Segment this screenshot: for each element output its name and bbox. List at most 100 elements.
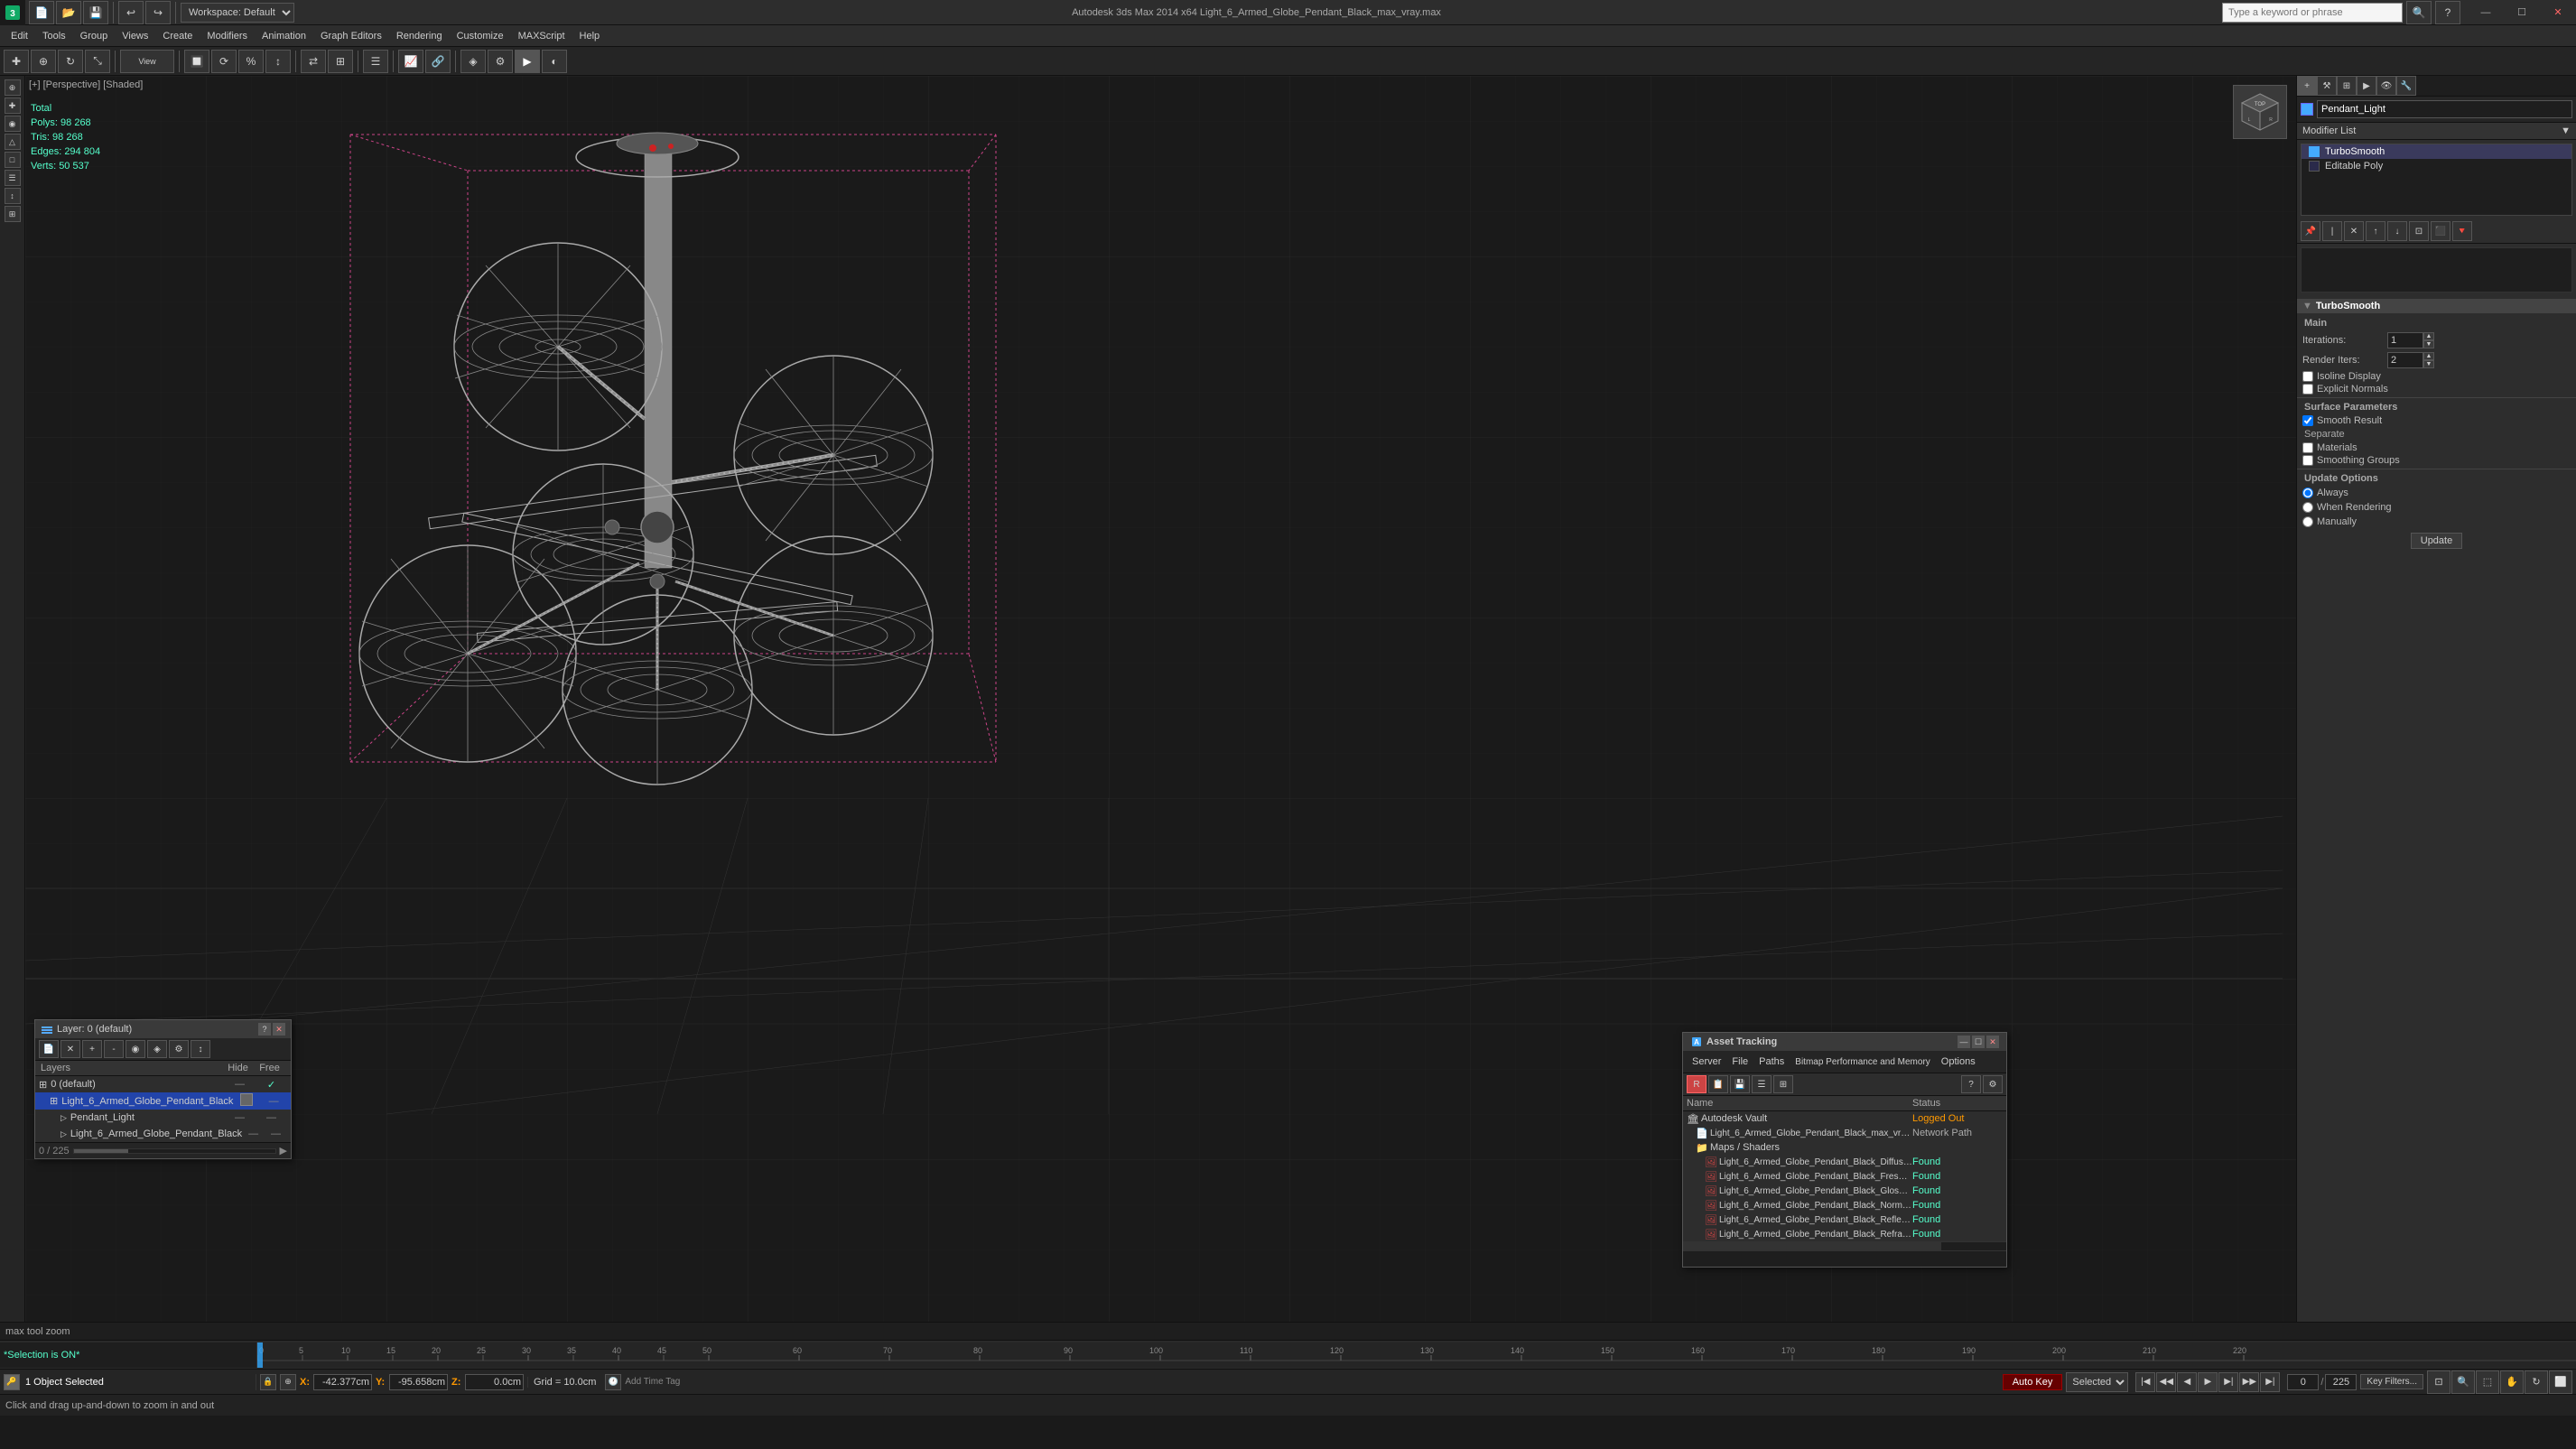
current-frame-input[interactable] (2287, 1374, 2319, 1390)
list-item[interactable]: 📁 Maps / Shaders (1683, 1140, 2006, 1155)
total-frames-input[interactable] (2325, 1374, 2357, 1390)
asset-help-btn[interactable]: ? (1961, 1075, 1981, 1093)
redo-btn[interactable]: ↪ (145, 1, 171, 24)
list-item[interactable]: 🖼 Light_6_Armed_Globe_Pendant_Black_Glos… (1683, 1184, 2006, 1198)
play-btn[interactable]: ▶ (2198, 1372, 2218, 1392)
key-filters-button[interactable]: Key Filters... (2360, 1374, 2423, 1389)
left-tool-6[interactable]: ☰ (5, 170, 21, 186)
mod-delete-btn[interactable]: ✕ (2344, 221, 2364, 241)
rp-tab-modify[interactable]: ⚒ (2317, 76, 2337, 96)
prev-frame-btn[interactable]: ◀ (2177, 1372, 2197, 1392)
layer-sort-btn[interactable]: ↕ (191, 1040, 210, 1058)
asset-tool-2[interactable]: 📋 (1708, 1075, 1728, 1093)
timeline-ruler[interactable]: 0 5 10 15 20 25 30 35 40 45 50 60 70 (257, 1342, 2576, 1368)
modifier-turbosmooth[interactable]: TurboSmooth (2302, 144, 2571, 159)
asset-tool-1[interactable]: R (1687, 1075, 1706, 1093)
smoothing-groups-checkbox[interactable] (2302, 455, 2313, 466)
asset-panel-header[interactable]: A Asset Tracking — ☐ ✕ (1683, 1033, 2006, 1051)
zoom-region-btn[interactable]: ⬚ (2476, 1370, 2499, 1394)
rp-tab-hierarchy[interactable]: ⊞ (2337, 76, 2357, 96)
move-tool[interactable]: ⊕ (31, 50, 56, 73)
render-btn[interactable]: ▶ (515, 50, 540, 73)
rotate-tool[interactable]: ↻ (58, 50, 83, 73)
menu-animation[interactable]: Animation (255, 25, 313, 47)
asset-menu-options[interactable]: Options (1936, 1053, 1981, 1071)
object-name-input[interactable] (2317, 100, 2572, 118)
mod-funnel-btn[interactable]: | (2322, 221, 2342, 241)
curve-editor[interactable]: 📈 (398, 50, 423, 73)
mirror-tool[interactable]: ⇄ (301, 50, 326, 73)
workspace-dropdown[interactable]: Workspace: DefaultWorkspace: Default (181, 3, 294, 23)
isoline-checkbox[interactable] (2302, 371, 2313, 382)
list-item[interactable]: 🖼 Light_6_Armed_Globe_Pendant_Black_Refl… (1683, 1212, 2006, 1227)
spinner-snap[interactable]: ↕ (265, 50, 291, 73)
render-iters-up[interactable]: ▲ (2423, 352, 2434, 360)
render-iters-down[interactable]: ▼ (2423, 360, 2434, 368)
list-item[interactable]: 🖼 Light_6_Armed_Globe_Pendant_Black_Norm… (1683, 1198, 2006, 1212)
close-btn[interactable]: ✕ (2540, 0, 2576, 25)
list-item[interactable]: 🏛 Autodesk Vault Logged Out (1683, 1111, 2006, 1126)
menu-tools[interactable]: Tools (35, 25, 73, 47)
list-item[interactable]: ⊞ Light_6_Armed_Globe_Pendant_Black — (35, 1092, 291, 1110)
list-item[interactable]: ▷ Pendant_Light — — (35, 1110, 291, 1126)
new-btn[interactable]: 📄 (29, 1, 54, 24)
select-tool[interactable]: ✚ (4, 50, 29, 73)
help-btn[interactable]: ? (2435, 1, 2460, 24)
explicit-normals-checkbox[interactable] (2302, 384, 2313, 395)
auto-key-button[interactable]: Auto Key (2003, 1374, 2063, 1390)
menu-edit[interactable]: Edit (4, 25, 35, 47)
left-tool-7[interactable]: ↕ (5, 188, 21, 204)
update-button[interactable]: Update (2411, 533, 2462, 549)
render-iters-input[interactable] (2387, 352, 2423, 368)
asset-settings-btn[interactable]: ⚙ (1983, 1075, 2003, 1093)
ref-coord[interactable]: View (120, 50, 174, 73)
search-input[interactable] (2222, 3, 2403, 23)
render-setup[interactable]: ⚙ (488, 50, 513, 73)
rp-tab-motion[interactable]: ▶ (2357, 76, 2376, 96)
object-color-swatch[interactable] (2301, 103, 2313, 116)
prev-key-btn[interactable]: ◀◀ (2156, 1372, 2176, 1392)
list-item[interactable]: ⊞ 0 (default) — ✓ (35, 1076, 291, 1092)
asset-menu-server[interactable]: Server (1687, 1053, 1726, 1071)
arc-rotate-btn[interactable]: ↻ (2525, 1370, 2548, 1394)
list-item[interactable]: 🖼 Light_6_Armed_Globe_Pendant_Black_Diff… (1683, 1155, 2006, 1169)
mod-make-unique-btn[interactable]: ⬛ (2431, 221, 2450, 241)
layer-add-btn[interactable]: + (82, 1040, 102, 1058)
layer-panel-close[interactable]: ✕ (273, 1023, 285, 1036)
zoom-extent-btn[interactable]: ⊡ (2427, 1370, 2450, 1394)
asset-hscrollbar[interactable] (1683, 1241, 2006, 1250)
go-start-btn[interactable]: |◀ (2135, 1372, 2155, 1392)
smooth-result-checkbox[interactable] (2302, 415, 2313, 426)
mod-show-end-btn[interactable]: ⊡ (2409, 221, 2429, 241)
layer-panel-question[interactable]: ? (258, 1023, 271, 1036)
next-frame-btn[interactable]: ▶| (2218, 1372, 2238, 1392)
go-end-btn[interactable]: ▶| (2260, 1372, 2280, 1392)
asset-menu-paths[interactable]: Paths (1753, 1053, 1790, 1071)
asset-panel-maximize[interactable]: ☐ (1972, 1036, 1985, 1048)
layer-mgr[interactable]: ☰ (363, 50, 388, 73)
menu-group[interactable]: Group (73, 25, 116, 47)
undo-btn[interactable]: ↩ (118, 1, 144, 24)
schematic-view[interactable]: 🔗 (425, 50, 451, 73)
menu-customize[interactable]: Customize (450, 25, 511, 47)
rp-tab-create[interactable]: + (2297, 76, 2317, 96)
x-input[interactable] (313, 1374, 372, 1390)
modifier-editable-poly[interactable]: Editable Poly (2302, 159, 2571, 173)
layer-highlight-btn[interactable]: ◈ (147, 1040, 167, 1058)
left-tool-5[interactable]: □ (5, 152, 21, 168)
left-tool-2[interactable]: ✚ (5, 98, 21, 114)
layer-new-btn[interactable]: 📄 (39, 1040, 59, 1058)
mod-move-up-btn[interactable]: ↑ (2366, 221, 2385, 241)
menu-help[interactable]: Help (572, 25, 608, 47)
menu-create[interactable]: Create (155, 25, 200, 47)
minimize-btn[interactable]: — (2468, 0, 2504, 25)
materials-checkbox[interactable] (2302, 442, 2313, 453)
iterations-input[interactable] (2387, 332, 2423, 348)
asset-menu-file[interactable]: File (1726, 1053, 1753, 1071)
iterations-down[interactable]: ▼ (2423, 340, 2434, 348)
align-tool[interactable]: ⊞ (328, 50, 353, 73)
list-item[interactable]: 📄 Light_6_Armed_Globe_Pendant_Black_max_… (1683, 1126, 2006, 1140)
asset-panel-close[interactable]: ✕ (1986, 1036, 1999, 1048)
list-item[interactable]: 🖼 Light_6_Armed_Globe_Pendant_Black_Fres… (1683, 1169, 2006, 1184)
angle-snap[interactable]: ⟳ (211, 50, 237, 73)
